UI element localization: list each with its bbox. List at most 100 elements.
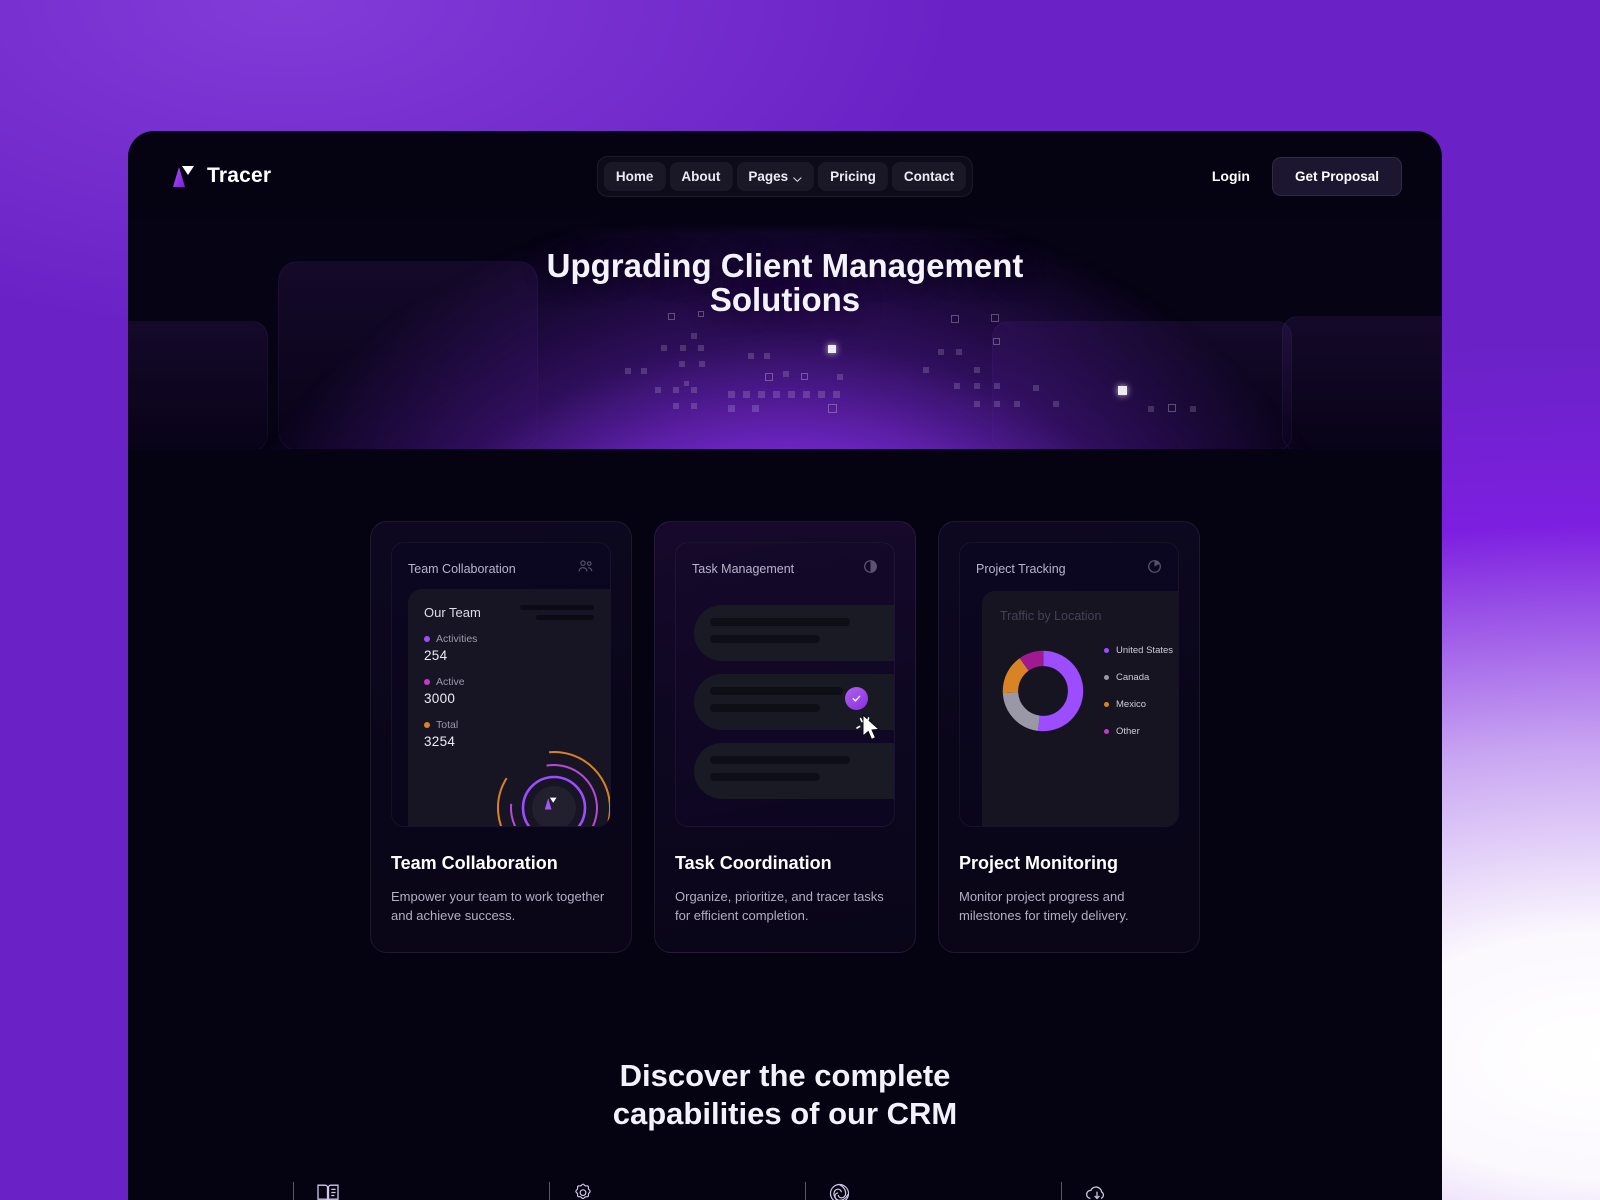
chart-title: Traffic by Location (1000, 609, 1102, 623)
legend-label: Mexico (1116, 699, 1147, 710)
panel-header: Our Team (424, 605, 594, 620)
donut-chart (1002, 650, 1084, 732)
main-navigation: Home About Pages Pricing Contact (596, 155, 974, 197)
legend-item: Canada (1104, 672, 1173, 683)
card-visual: Team Collaboration Our Team Activities 2… (391, 542, 611, 827)
stat-label-text: Activities (436, 633, 478, 645)
stat-value: 3000 (424, 691, 456, 706)
card-title: Team Collaboration (391, 853, 558, 873)
card-description: Monitor project progress and milestones … (959, 889, 1129, 923)
card-visual-title: Task Management (692, 562, 795, 576)
card-description: Organize, prioritize, and tracer tasks f… (675, 889, 884, 923)
open-book-icon (316, 1182, 509, 1200)
header-actions: Login Get Proposal (1212, 156, 1402, 196)
stat-label: Total (424, 719, 594, 731)
stat-label-text: Active (436, 676, 465, 688)
chevron-down-icon (793, 172, 802, 182)
feature-lead-tracer[interactable]: Lead Tracer Monitor and nurture leads th… (805, 1182, 1021, 1200)
legend-dot (1104, 702, 1109, 707)
stat-label: Activities (424, 633, 594, 645)
gear-icon (572, 1182, 765, 1200)
nav-item-home[interactable]: Home (603, 161, 666, 191)
legend-item: Other (1104, 726, 1173, 737)
discover-line-1: Discover the complete (619, 1057, 951, 1093)
donut-chart-area: United States Canada Mexico Other (1000, 645, 1178, 737)
login-link[interactable]: Login (1212, 168, 1250, 184)
card-visual: Task Management (675, 542, 895, 827)
get-proposal-button[interactable]: Get Proposal (1271, 156, 1402, 196)
discover-line-2: capabilities of our CRM (612, 1096, 958, 1132)
card-title: Project Monitoring (959, 853, 1118, 873)
card-visual-header: Team Collaboration (392, 543, 610, 579)
card-visual-header: Task Management (676, 543, 894, 579)
hero-title: Upgrading Client Management Solutions (128, 221, 1442, 318)
discover-heading: Discover the complete capabilities of ou… (128, 953, 1442, 1135)
nav-label: Pages (748, 168, 789, 184)
legend-item: United States (1104, 645, 1173, 656)
legend-dot (424, 722, 430, 728)
card-visual-title: Team Collaboration (408, 562, 516, 576)
nav-item-pages[interactable]: Pages (736, 161, 815, 191)
feature-sales-automation[interactable]: Sales Automation Streamline sales proces… (549, 1182, 765, 1200)
card-project-monitoring[interactable]: Project Tracking Traffic by Location Uni… (938, 521, 1200, 953)
our-team-panel: Our Team Activities 254 Active 3000 Tota… (408, 589, 610, 826)
legend-dot (1104, 675, 1109, 680)
panel-skeleton-lines (520, 605, 594, 620)
legend-dot (1104, 729, 1109, 734)
legend-label: United States (1116, 645, 1174, 656)
capability-features-row: Contact Management Organize and manage c… (128, 1182, 1442, 1200)
progress-rings-chart (492, 746, 610, 826)
feature-reporting-dashboard[interactable]: Reporting Dashboard Visualize key metric… (1061, 1182, 1277, 1200)
task-row[interactable] (694, 605, 894, 661)
brand-name: Tracer (207, 164, 272, 187)
site-header: Tracer Home About Pages Pricing Contact … (128, 131, 1442, 221)
nav-label: Contact (903, 168, 955, 184)
check-circle-icon[interactable] (845, 687, 868, 710)
task-row[interactable] (694, 674, 894, 741)
legend-dot (1104, 648, 1109, 653)
cloud-download-icon (1084, 1182, 1277, 1200)
stat-activities: Activities 254 (424, 633, 594, 663)
card-visual: Project Tracking Traffic by Location Uni… (959, 542, 1179, 827)
nav-item-about[interactable]: About (669, 161, 733, 191)
card-title: Task Coordination (675, 853, 832, 873)
task-row[interactable] (694, 743, 894, 799)
chart-legend: United States Canada Mexico Other (1104, 645, 1173, 737)
spiral-icon (828, 1182, 1021, 1200)
hero-title-line-2: Solutions (709, 281, 861, 319)
feature-cards-row: Team Collaboration Our Team Activities 2… (128, 449, 1442, 953)
traffic-by-location-panel: Traffic by Location United States Canada… (982, 591, 1178, 826)
stat-label: Active (424, 676, 594, 688)
feature-contact-management[interactable]: Contact Management Organize and manage c… (293, 1182, 509, 1200)
legend-label: Canada (1116, 672, 1150, 683)
brand-logo[interactable]: Tracer (168, 163, 271, 189)
legend-dot (424, 636, 430, 642)
card-description: Empower your team to work together and a… (391, 889, 605, 923)
pie-chart-icon (863, 559, 878, 579)
card-visual-header: Project Tracking (960, 543, 1178, 579)
hero-title-line-1: Upgrading Client Management (546, 247, 1024, 284)
task-list (694, 605, 894, 799)
nav-item-contact[interactable]: Contact (891, 161, 967, 191)
tracer-logo-icon (168, 163, 196, 189)
stat-value: 254 (424, 648, 448, 663)
panel-title: Our Team (424, 605, 481, 620)
stat-label-text: Total (436, 719, 459, 731)
nav-label: Pricing (830, 168, 876, 184)
stat-total: Total 3254 (424, 719, 594, 749)
card-visual-title: Project Tracking (976, 562, 1066, 576)
legend-label: Other (1116, 726, 1140, 737)
card-task-coordination[interactable]: Task Management Task Coordination Organi… (654, 521, 916, 953)
stat-active: Active 3000 (424, 676, 594, 706)
nav-pill-group: Home About Pages Pricing Contact (596, 155, 974, 197)
hero-section: Upgrading Client Management Solutions (128, 221, 1442, 449)
nav-item-pricing[interactable]: Pricing (818, 161, 888, 191)
legend-dot (424, 679, 430, 685)
card-team-collaboration[interactable]: Team Collaboration Our Team Activities 2… (370, 521, 632, 953)
nav-label: About (681, 168, 721, 184)
site-frame: Tracer Home About Pages Pricing Contact … (128, 131, 1442, 1200)
nav-label: Home (615, 168, 654, 184)
pie-chart-icon (1147, 559, 1162, 579)
legend-item: Mexico (1104, 699, 1173, 710)
people-group-icon (577, 559, 594, 579)
